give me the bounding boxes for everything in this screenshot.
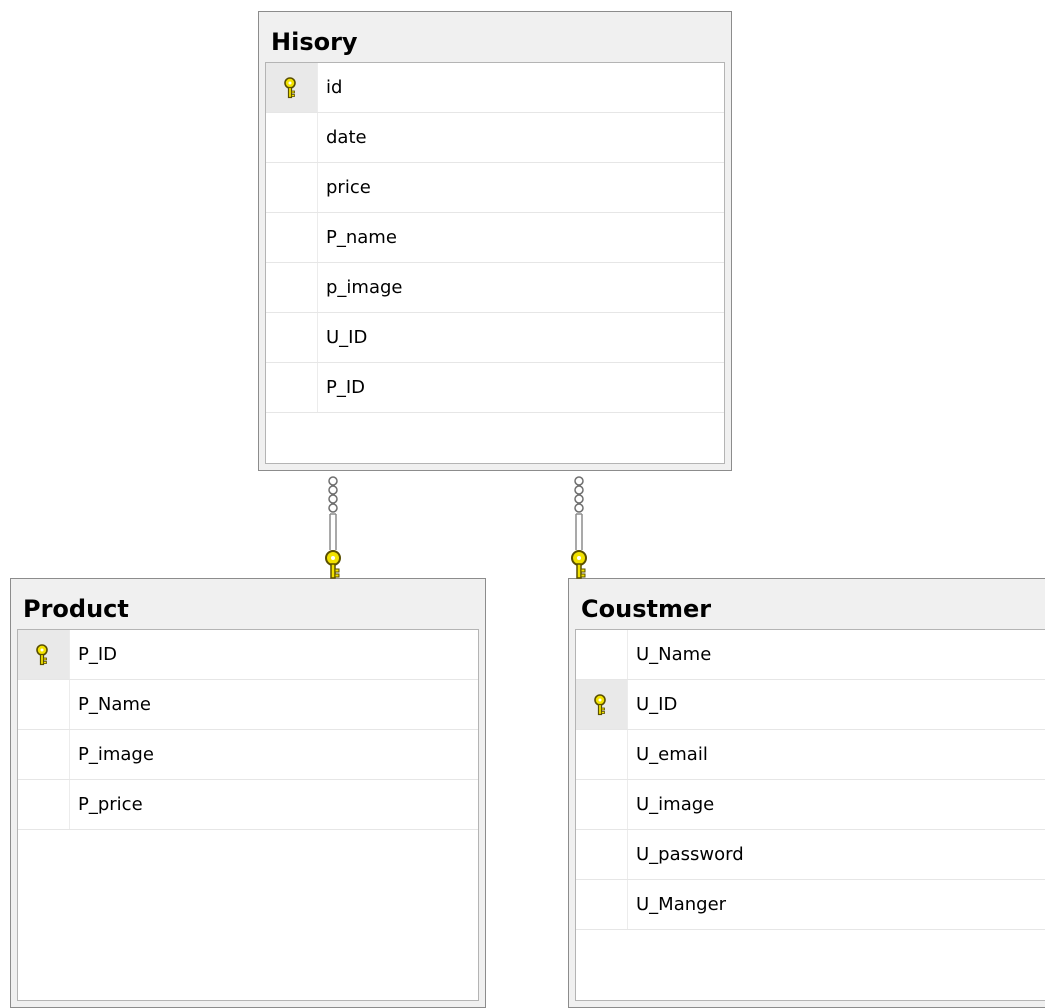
relationship-connectors	[325, 476, 587, 579]
relationship-history-product[interactable]	[325, 476, 341, 579]
infinity-icon	[574, 476, 584, 513]
infinity-icon	[328, 476, 338, 513]
key-icon	[571, 550, 587, 579]
key-icon	[325, 550, 341, 579]
relationship-history-coustmer[interactable]	[571, 476, 587, 579]
